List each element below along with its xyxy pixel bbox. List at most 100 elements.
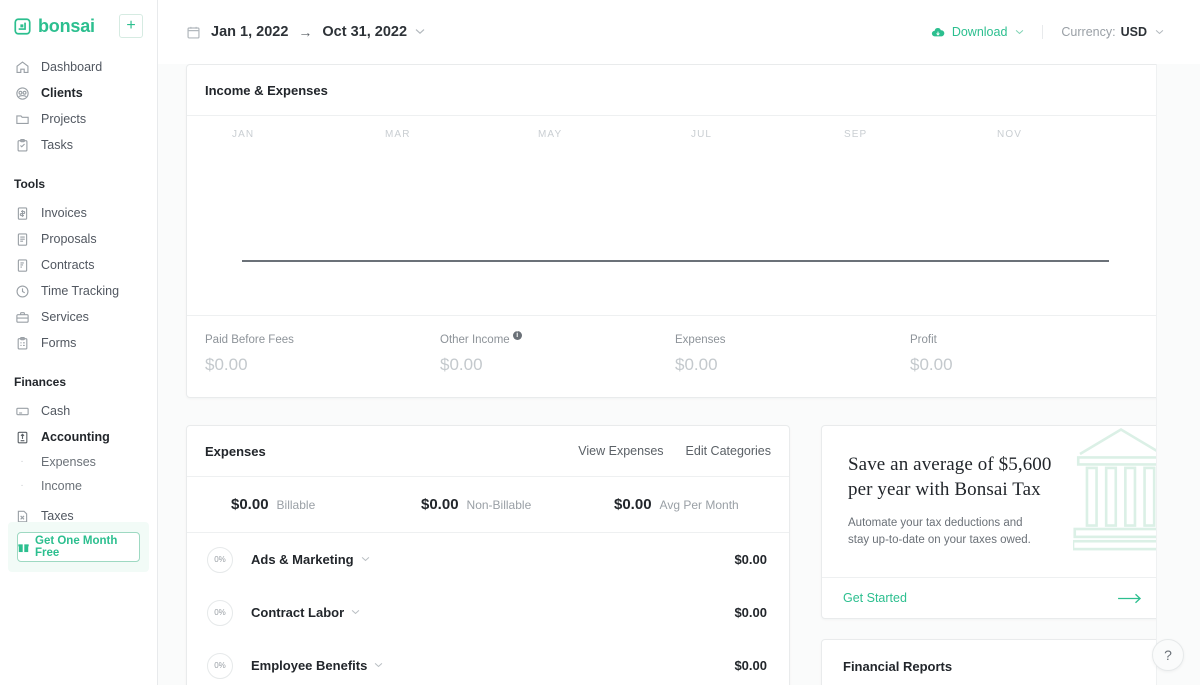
chevron-down-icon	[415, 27, 425, 38]
tax-headline-line1: Save an average of $5,600	[848, 452, 1137, 477]
tax-promo-headline: Save an average of $5,600 per year with …	[848, 452, 1137, 502]
expenses-summary: $0.00 Billable $0.00 Non-Billable $0.00 …	[187, 477, 789, 533]
topbar-actions: Download Currency: USD	[931, 25, 1164, 39]
sidebar-item-time-tracking[interactable]: Time Tracking	[0, 278, 157, 304]
stat-label: Expenses	[675, 334, 910, 346]
stat-label: Other Income i	[440, 334, 675, 346]
topbar: Jan 1, 2022 → Oct 31, 2022 Download	[158, 0, 1200, 64]
sidebar-item-accounting[interactable]: Accounting	[0, 424, 157, 450]
info-icon[interactable]: i	[513, 331, 522, 340]
sidebar-item-label: Dashboard	[41, 60, 102, 74]
sidebar-item-label: Accounting	[41, 430, 110, 444]
sidebar-item-tasks[interactable]: Tasks	[0, 132, 157, 158]
stat-label-text: Profit	[910, 334, 937, 346]
chevron-down-icon	[1155, 27, 1164, 38]
stat-value: $0.00	[675, 355, 910, 375]
expenses-title: Expenses	[205, 444, 266, 459]
bullet-icon: ·	[14, 481, 30, 491]
app-root: bonsai + Dashboard	[0, 0, 1200, 685]
sidebar-item-services[interactable]: Services	[0, 304, 157, 330]
sidebar-subitem-label: Expenses	[41, 455, 96, 469]
sidebar-item-label: Clients	[41, 86, 83, 100]
sidebar-item-dashboard[interactable]: Dashboard	[0, 54, 157, 80]
currency-selector[interactable]: Currency: USD	[1042, 25, 1164, 39]
table-row[interactable]: 0% Ads & Marketing $0.00	[187, 533, 789, 586]
brand-name: bonsai	[38, 16, 95, 37]
briefcase-icon	[14, 309, 30, 325]
summary-amount: $0.00	[421, 496, 459, 513]
sidebar-subitem-expenses[interactable]: · Expenses	[0, 450, 157, 474]
expenses-header: Expenses View Expenses Edit Categories	[187, 426, 789, 477]
stat-label: Profit	[910, 334, 1145, 346]
income-expenses-title: Income & Expenses	[205, 83, 328, 98]
chart-tick-label: MAR	[385, 129, 411, 140]
sidebar-item-label: Forms	[41, 336, 76, 350]
summary-label: Avg Per Month	[660, 498, 739, 512]
get-one-month-free-button[interactable]: Get One Month Free	[17, 532, 140, 562]
sidebar-item-cash[interactable]: Cash	[0, 398, 157, 424]
stat-label-text: Expenses	[675, 334, 726, 346]
financial-reports-title: Financial Reports	[843, 659, 952, 674]
tax-promo-subtext: Automate your tax deductions and stay up…	[848, 515, 1137, 549]
stat-paid-before-fees: Paid Before Fees $0.00	[205, 334, 440, 375]
help-button[interactable]: ?	[1152, 639, 1184, 671]
download-button[interactable]: Download	[931, 25, 1025, 39]
sidebar-item-proposals[interactable]: Proposals	[0, 226, 157, 252]
stat-value: $0.00	[910, 355, 1145, 375]
clock-icon	[14, 283, 30, 299]
chevron-down-icon[interactable]	[374, 660, 383, 671]
edit-categories-link[interactable]: Edit Categories	[686, 444, 771, 458]
summary-amount: $0.00	[614, 496, 652, 513]
chart-tick-label: JUL	[691, 129, 712, 140]
sidebar: bonsai + Dashboard	[0, 0, 158, 685]
summary-amount: $0.00	[231, 496, 269, 513]
stat-value: $0.00	[440, 355, 675, 375]
sidebar-item-projects[interactable]: Projects	[0, 106, 157, 132]
sidebar-item-label: Tasks	[41, 138, 73, 152]
tax-promo-body: Save an average of $5,600 per year with …	[822, 426, 1163, 577]
view-expenses-link[interactable]: View Expenses	[578, 444, 663, 458]
sidebar-subitem-income[interactable]: · Income	[0, 474, 157, 498]
sidebar-item-label: Cash	[41, 404, 70, 418]
chevron-down-icon[interactable]	[361, 554, 370, 565]
chevron-down-icon	[1015, 27, 1024, 38]
percent-badge: 0%	[207, 600, 233, 626]
income-expenses-header: Income & Expenses	[187, 65, 1163, 116]
income-expenses-chart: JAN MAR MAY JUL SEP NOV	[187, 116, 1163, 315]
sidebar-item-label: Invoices	[41, 206, 87, 220]
chevron-down-icon[interactable]	[351, 607, 360, 618]
sidebar-item-invoices[interactable]: Invoices	[0, 200, 157, 226]
chart-x-axis: JAN MAR MAY JUL SEP NOV	[187, 116, 1163, 146]
brand-row: bonsai +	[0, 0, 157, 52]
expenses-column: Expenses View Expenses Edit Categories $…	[186, 425, 790, 685]
income-expenses-stats: Paid Before Fees $0.00 Other Income i $0…	[187, 315, 1163, 397]
get-started-button[interactable]: Get Started	[822, 577, 1163, 618]
right-gutter-divider	[1156, 0, 1157, 685]
accounting-icon	[14, 429, 30, 445]
gift-icon	[18, 542, 29, 553]
financial-reports-card: Financial Reports Profit & Loss Statemen…	[821, 639, 1164, 685]
primary-nav: Dashboard Clients	[0, 52, 157, 529]
chart-tick-label: JAN	[232, 129, 254, 140]
folder-icon	[14, 111, 30, 127]
sidebar-item-clients[interactable]: Clients	[0, 80, 157, 106]
proposal-icon	[14, 231, 30, 247]
table-row[interactable]: 0% Contract Labor $0.00	[187, 586, 789, 639]
cloud-download-icon	[931, 27, 945, 38]
sidebar-item-label: Projects	[41, 112, 86, 126]
sidebar-item-contracts[interactable]: Contracts	[0, 252, 157, 278]
percent-badge: 0%	[207, 547, 233, 573]
sidebar-item-forms[interactable]: Forms	[0, 330, 157, 356]
sidebar-item-label: Time Tracking	[41, 284, 119, 298]
date-range-picker[interactable]: Jan 1, 2022 → Oct 31, 2022	[186, 24, 425, 40]
summary-non-billable: $0.00 Non-Billable	[421, 496, 614, 513]
add-new-button[interactable]: +	[119, 14, 143, 38]
summary-label: Non-Billable	[467, 498, 532, 512]
summary-billable: $0.00 Billable	[231, 496, 421, 513]
main-area: Jan 1, 2022 → Oct 31, 2022 Download	[158, 0, 1200, 685]
bullet-icon: ·	[14, 457, 30, 467]
content-area: Income & Expenses JAN MAR MAY JUL SEP NO…	[158, 64, 1200, 685]
sidebar-group-finances: Finances	[0, 375, 157, 389]
table-row[interactable]: 0% Employee Benefits $0.00	[187, 639, 789, 685]
home-icon	[14, 59, 30, 75]
